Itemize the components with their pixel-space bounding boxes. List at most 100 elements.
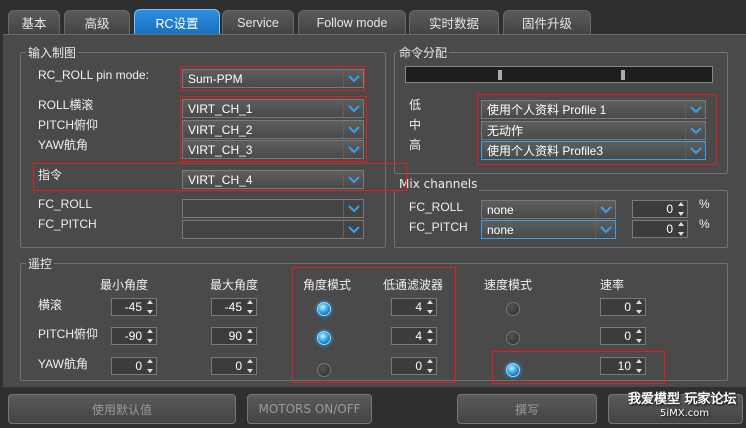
rc-pitch-lpf-value: 4 — [415, 329, 422, 343]
mix-fc-roll-value: none — [487, 202, 514, 217]
fc-pitch-select[interactable] — [182, 220, 364, 239]
spinner-arrows-icon[interactable] — [245, 329, 255, 343]
rc-roll-angle-mode-radio[interactable] — [317, 302, 331, 316]
command-channel-value: VIRT_CH_4 — [188, 172, 253, 187]
mix-fc-pitch-value: none — [487, 222, 514, 237]
spinner-arrows-icon[interactable] — [425, 300, 435, 314]
yaw-channel-value: VIRT_CH_3 — [188, 142, 253, 157]
command-label: 指令 — [38, 168, 63, 182]
header-speed-mode: 速度模式 — [484, 278, 533, 292]
rc-row-roll-label: 横滚 — [38, 298, 63, 312]
mid-action-select[interactable]: 无动作 — [481, 121, 706, 140]
roll-pin-mode-label: RC_ROLL pin mode: — [38, 68, 149, 82]
spinner-arrows-icon[interactable] — [634, 359, 644, 373]
rc-pitch-max-value: 90 — [228, 329, 242, 343]
mid-label: 中 — [409, 118, 422, 132]
tab-basic[interactable]: 基本 — [8, 10, 60, 34]
rc-roll-lpf-input[interactable]: 4 — [391, 298, 437, 316]
slider-thumb-low[interactable] — [498, 70, 502, 80]
write-button[interactable]: 撰写 — [457, 394, 597, 424]
mix-fc-roll-label: FC_ROLL — [409, 200, 464, 214]
spinner-arrows-icon[interactable] — [676, 222, 686, 236]
rc-yaw-angle-mode-radio[interactable] — [317, 363, 331, 377]
rc-roll-max-value: -45 — [224, 300, 242, 314]
roll-label: ROLL横滚 — [38, 98, 94, 112]
header-lpf: 低通滤波器 — [383, 278, 444, 292]
use-defaults-button[interactable]: 使用默认值 — [8, 394, 236, 424]
mix-fc-pitch-label: FC_PITCH — [409, 220, 468, 234]
chevron-down-icon — [343, 70, 363, 87]
command-channel-select[interactable]: VIRT_CH_4 — [182, 170, 364, 189]
mix-fc-roll-percent[interactable]: 0 — [632, 200, 688, 218]
command-assign-title: 命令分配 — [397, 46, 450, 60]
rc-pitch-angle-mode-radio[interactable] — [317, 331, 331, 345]
spinner-arrows-icon[interactable] — [425, 329, 435, 343]
rc-yaw-min-value: 0 — [135, 359, 142, 373]
mix-fc-pitch-select[interactable]: none — [481, 220, 616, 239]
rc-yaw-rate-input[interactable]: 10 — [600, 357, 646, 375]
chevron-down-icon — [685, 101, 705, 118]
mix-fc-pitch-percent[interactable]: 0 — [632, 220, 688, 238]
rc-pitch-speed-mode-radio[interactable] — [506, 331, 520, 345]
rc-roll-max-input[interactable]: -45 — [211, 298, 257, 316]
pitch-label: PITCH俯仰 — [38, 118, 99, 132]
spinner-arrows-icon[interactable] — [145, 329, 155, 343]
tab-realtime-data[interactable]: 实时数据 — [409, 10, 499, 34]
rc-yaw-max-value: 0 — [235, 359, 242, 373]
tab-advanced[interactable]: 高级 — [64, 10, 130, 34]
roll-channel-value: VIRT_CH_1 — [188, 101, 253, 116]
roll-pin-mode-value: Sum-PPM — [188, 71, 243, 86]
fc-pitch-label: FC_PITCH — [38, 217, 97, 231]
motors-toggle-button[interactable]: MOTORS ON/OFF — [247, 394, 372, 424]
chevron-down-icon — [595, 201, 615, 218]
rc-yaw-speed-mode-radio[interactable] — [506, 363, 520, 377]
rc-roll-min-input[interactable]: -45 — [111, 298, 157, 316]
spinner-arrows-icon[interactable] — [425, 359, 435, 373]
low-action-select[interactable]: 使用个人资料 Profile 1 — [481, 100, 706, 119]
rc-pitch-lpf-input[interactable]: 4 — [391, 327, 437, 345]
yaw-channel-select[interactable]: VIRT_CH_3 — [182, 140, 364, 159]
spinner-arrows-icon[interactable] — [245, 359, 255, 373]
command-position-slider[interactable] — [405, 66, 713, 83]
mix-fc-pitch-percent-value: 0 — [666, 222, 673, 236]
slider-thumb-high[interactable] — [621, 70, 625, 80]
spinner-arrows-icon[interactable] — [676, 202, 686, 216]
low-label: 低 — [409, 98, 422, 112]
rc-yaw-max-input[interactable]: 0 — [211, 357, 257, 375]
rc-pitch-rate-input[interactable]: 0 — [600, 327, 646, 345]
high-label: 高 — [409, 138, 422, 152]
rc-yaw-min-input[interactable]: 0 — [111, 357, 157, 375]
rc-yaw-rate-value: 10 — [617, 359, 631, 373]
rc-yaw-lpf-input[interactable]: 0 — [391, 357, 437, 375]
spinner-arrows-icon[interactable] — [634, 329, 644, 343]
fc-roll-select[interactable] — [182, 199, 364, 218]
spinner-arrows-icon[interactable] — [145, 300, 155, 314]
tab-firmware-upgrade[interactable]: 固件升级 — [503, 10, 591, 34]
header-rate: 速率 — [600, 278, 625, 292]
chevron-down-icon — [343, 171, 363, 188]
rc-roll-speed-mode-radio[interactable] — [506, 302, 520, 316]
spinner-arrows-icon[interactable] — [145, 359, 155, 373]
high-action-select[interactable]: 使用个人资料 Profile3 — [481, 141, 706, 160]
fc-roll-label: FC_ROLL — [38, 197, 93, 211]
rc-roll-min-value: -45 — [124, 300, 142, 314]
roll-channel-select[interactable]: VIRT_CH_1 — [182, 99, 364, 118]
watermark-url: 5iMX.com — [660, 408, 710, 419]
rc-pitch-min-input[interactable]: -90 — [111, 327, 157, 345]
input-mapping-title: 输入制图 — [26, 46, 79, 60]
spinner-arrows-icon[interactable] — [634, 300, 644, 314]
mix-fc-roll-select[interactable]: none — [481, 200, 616, 219]
rc-roll-rate-input[interactable]: 0 — [600, 298, 646, 316]
pitch-channel-select[interactable]: VIRT_CH_2 — [182, 120, 364, 139]
percent-unit-roll: % — [699, 197, 710, 211]
tab-rc-settings[interactable]: RC设置 — [134, 9, 220, 35]
rc-pitch-max-input[interactable]: 90 — [211, 327, 257, 345]
watermark-text: 我爱模型 玩家论坛 — [628, 392, 737, 407]
rc-pitch-rate-value: 0 — [624, 329, 631, 343]
tab-follow-mode[interactable]: Follow mode — [298, 10, 406, 34]
chevron-down-icon — [685, 142, 705, 159]
spinner-arrows-icon[interactable] — [245, 300, 255, 314]
tab-service[interactable]: Service — [222, 10, 294, 34]
rc-yaw-lpf-value: 0 — [415, 359, 422, 373]
roll-pin-mode-select[interactable]: Sum-PPM — [182, 69, 364, 88]
